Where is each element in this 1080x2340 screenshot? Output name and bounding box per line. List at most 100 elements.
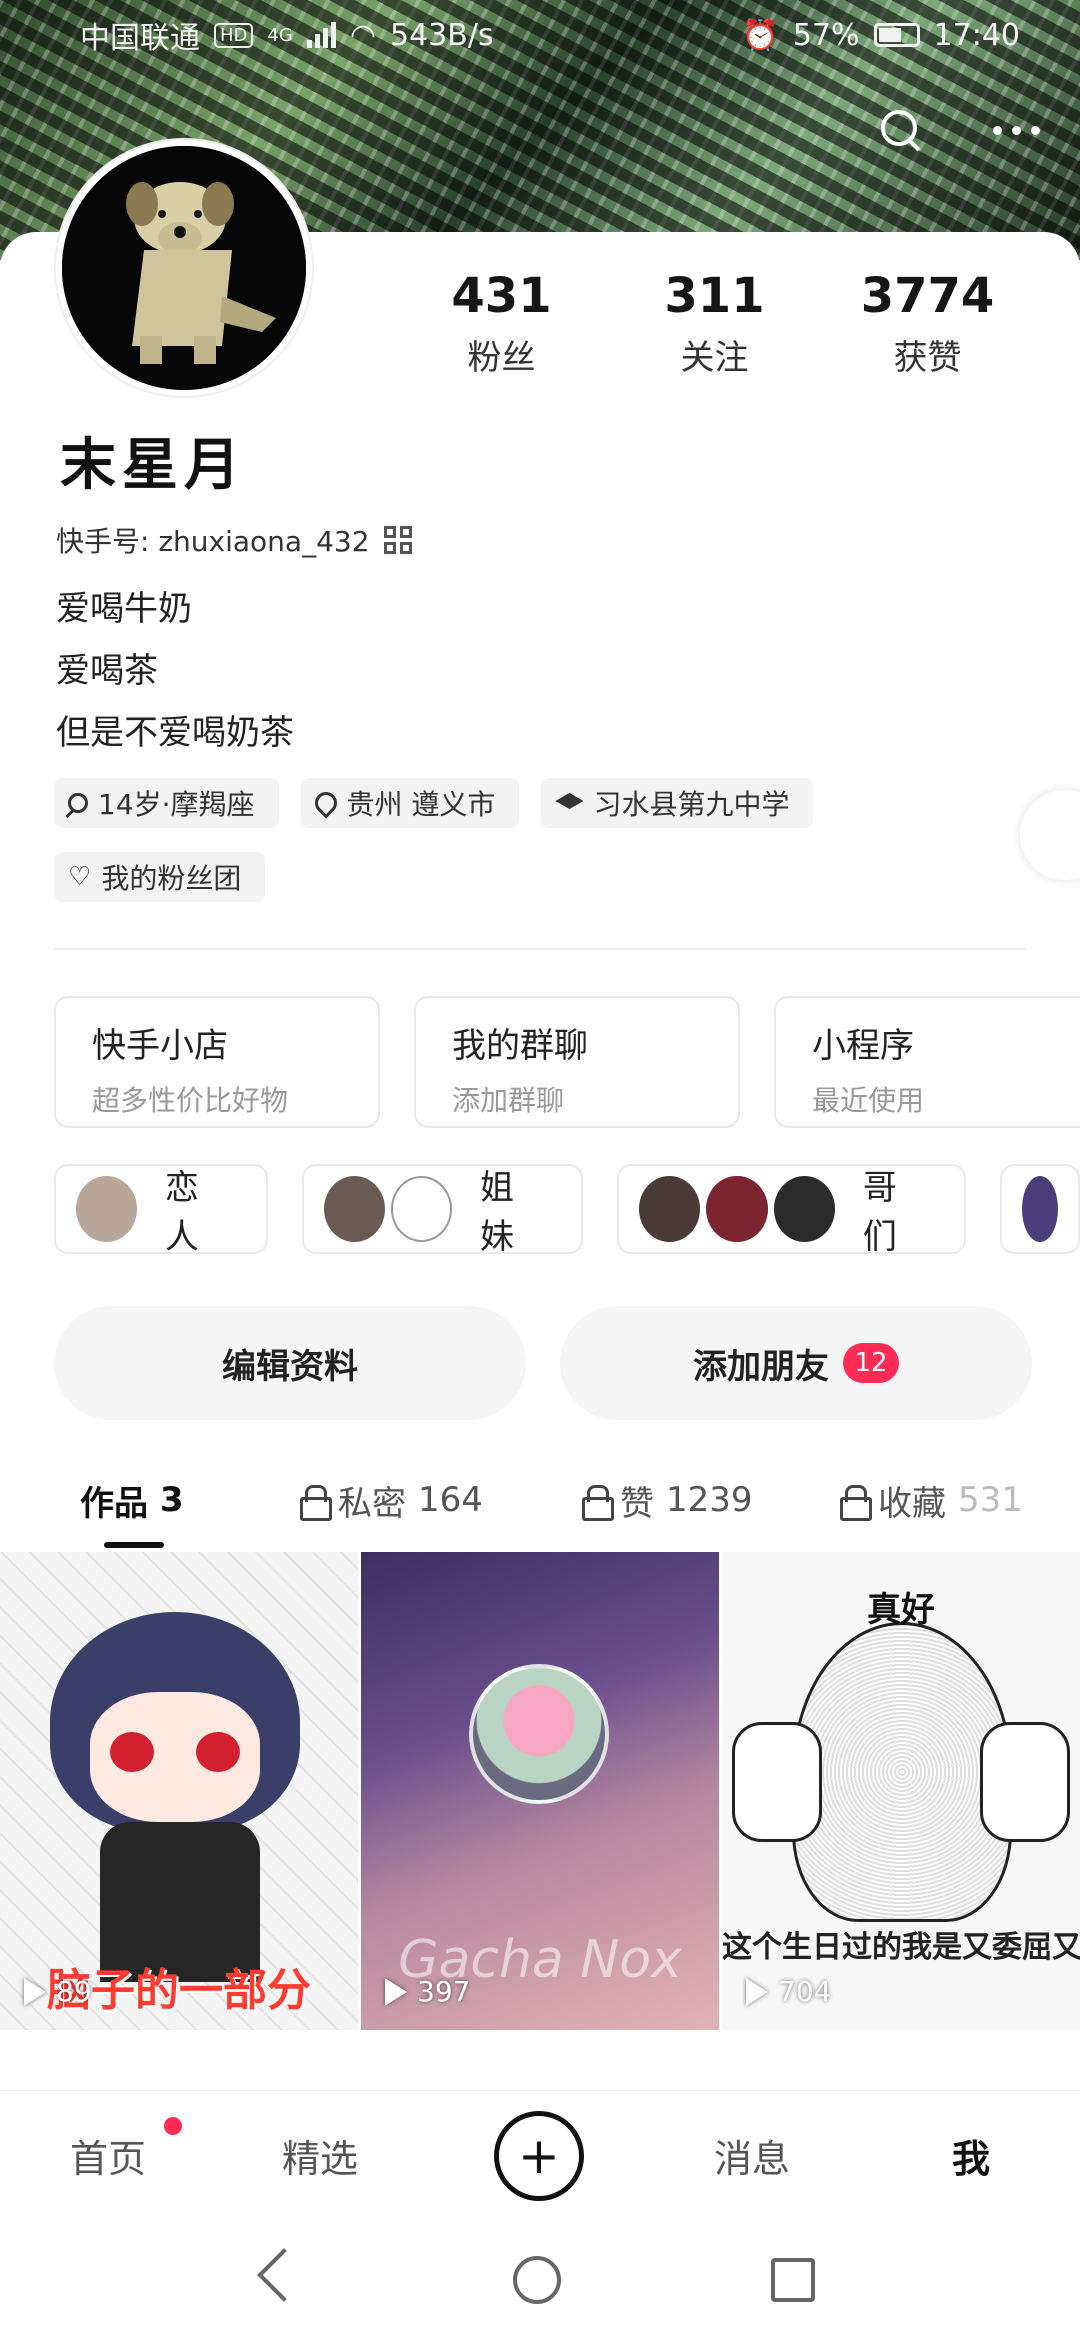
stat-following[interactable]: 311 关注 bbox=[608, 268, 821, 379]
video-card[interactable]: Gacha Nox 397 bbox=[361, 1552, 719, 2030]
video-card[interactable]: 真好 这个生日过的我是又委屈又难受，过完了还说我不懂事 704 bbox=[722, 1552, 1080, 2030]
group-lovers[interactable]: 恋人 bbox=[54, 1164, 268, 1257]
stat-value: 431 bbox=[451, 268, 552, 324]
view-count: 397 bbox=[385, 1975, 470, 2008]
avatar[interactable] bbox=[56, 140, 312, 396]
shortcut-mini-program[interactable]: 小程序 最近使用 bbox=[774, 996, 1080, 1128]
bio-line: 爱喝牛奶 bbox=[56, 589, 192, 629]
signal-icon bbox=[306, 22, 336, 48]
shortcut-subtitle: 添加群聊 bbox=[452, 1084, 565, 1117]
view-count: 704 bbox=[746, 1975, 831, 2008]
shortcut-group-chat[interactable]: 我的群聊 添加群聊 bbox=[414, 996, 740, 1128]
meme-title: 真好 bbox=[867, 1590, 935, 1630]
network-label: 4G bbox=[267, 24, 293, 46]
kuaishou-id[interactable]: 快手号: zhuxiaona_432 bbox=[56, 520, 412, 560]
qrcode-icon[interactable] bbox=[383, 526, 412, 554]
clock: 17:40 bbox=[933, 17, 1020, 53]
anime-avatar bbox=[469, 1664, 609, 1804]
avatar bbox=[773, 1176, 835, 1242]
notification-dot bbox=[164, 2117, 182, 2135]
female-icon bbox=[68, 793, 88, 813]
shortcut-row: 快手小店 超多性价比好物 我的群聊 添加群聊 小程序 最近使用 bbox=[54, 996, 1080, 1128]
bottom-nav: 首页 精选 + 消息 我 bbox=[0, 2090, 1080, 2220]
tab-label: 赞 bbox=[620, 1483, 654, 1524]
shortcut-subtitle: 超多性价比好物 bbox=[92, 1084, 289, 1117]
tab-likes[interactable]: 赞 1239 bbox=[582, 1476, 753, 1525]
profile-tags: 14岁·摩羯座 贵州 遵义市 习水县第九中学 ♡ 我的粉丝团 bbox=[54, 778, 1014, 902]
video-card[interactable]: 脑子的一部分 89 bbox=[0, 1552, 358, 2030]
video-caption: 这个生日过的我是又委屈又难受，过完了还说我不懂事 bbox=[722, 1930, 1080, 1965]
lock-icon bbox=[300, 1485, 332, 1521]
group-more[interactable] bbox=[1000, 1164, 1080, 1254]
tab-count: 3 bbox=[160, 1480, 184, 1520]
nav-messages[interactable]: 消息 bbox=[714, 2128, 790, 2183]
create-button[interactable]: + bbox=[494, 2110, 584, 2201]
avatar bbox=[706, 1176, 768, 1242]
dog-avatar-image bbox=[62, 146, 306, 390]
tab-private[interactable]: 私密 164 bbox=[300, 1476, 483, 1525]
lock-icon bbox=[840, 1485, 872, 1521]
edit-profile-button[interactable]: 编辑资料 bbox=[54, 1306, 526, 1420]
school-icon bbox=[555, 793, 584, 809]
tag-location[interactable]: 贵州 遵义市 bbox=[300, 778, 520, 828]
tab-label: 收藏 bbox=[878, 1483, 946, 1524]
tab-favorites[interactable]: 收藏 531 bbox=[840, 1476, 1023, 1525]
kuaishou-id-text: 快手号: zhuxiaona_432 bbox=[56, 525, 370, 558]
recent-apps-icon[interactable] bbox=[771, 2258, 815, 2302]
stat-label: 获赞 bbox=[893, 338, 962, 378]
action-buttons: 编辑资料 添加朋友 12 bbox=[54, 1306, 1032, 1420]
search-icon[interactable] bbox=[879, 108, 923, 152]
stat-followers[interactable]: 431 粉丝 bbox=[395, 268, 608, 379]
battery-percent: 57% bbox=[792, 17, 860, 53]
stat-label: 粉丝 bbox=[467, 338, 536, 378]
group-name: 哥们 bbox=[862, 1168, 897, 1257]
view-count-text: 704 bbox=[778, 1975, 832, 2008]
shortcut-title: 快手小店 bbox=[92, 1026, 228, 1066]
tab-label: 私密 bbox=[338, 1483, 406, 1524]
net-speed: 543B/s bbox=[390, 17, 494, 53]
nav-me[interactable]: 我 bbox=[952, 2128, 990, 2183]
more-icon[interactable] bbox=[993, 125, 1040, 135]
edit-profile-label: 编辑资料 bbox=[222, 1346, 358, 1387]
hd-badge: HD bbox=[214, 22, 254, 48]
avatar bbox=[323, 1176, 385, 1242]
tag-fan-club[interactable]: ♡ 我的粉丝团 bbox=[54, 852, 266, 902]
shortcut-shop[interactable]: 快手小店 超多性价比好物 bbox=[54, 996, 380, 1128]
home-icon[interactable] bbox=[513, 2256, 561, 2304]
group-name: 恋人 bbox=[164, 1168, 199, 1257]
add-friends-label: 添加朋友 bbox=[693, 1346, 829, 1387]
add-friends-button[interactable]: 添加朋友 12 bbox=[560, 1306, 1032, 1420]
battery-icon bbox=[873, 23, 920, 47]
tag-school[interactable]: 习水县第九中学 bbox=[541, 778, 814, 828]
shortcut-subtitle: 最近使用 bbox=[812, 1084, 925, 1117]
profile-bio: 爱喝牛奶 爱喝茶 但是不爱喝奶茶 bbox=[56, 578, 294, 764]
group-row: 恋人 姐妹 哥们 bbox=[54, 1164, 1080, 1257]
tab-works[interactable]: 作品 3 bbox=[80, 1476, 184, 1525]
bio-line: 爱喝茶 bbox=[56, 651, 158, 691]
video-grid: 脑子的一部分 89 Gacha Nox 397 真好 这个生日过的我是又委屈又难… bbox=[0, 1552, 1080, 2030]
stat-likes[interactable]: 3774 获赞 bbox=[821, 268, 1034, 379]
tab-count: 164 bbox=[418, 1480, 483, 1520]
carrier-label: 中国联通 bbox=[80, 21, 200, 56]
shortcut-title: 小程序 bbox=[812, 1026, 914, 1066]
shortcut-title: 我的群聊 bbox=[452, 1026, 588, 1066]
alarm-icon: ⏰ bbox=[741, 17, 779, 53]
nav-featured[interactable]: 精选 bbox=[282, 2128, 358, 2183]
group-sisters[interactable]: 姐妹 bbox=[301, 1164, 583, 1257]
location-icon bbox=[309, 787, 342, 819]
bio-line: 但是不爱喝奶茶 bbox=[56, 713, 294, 753]
group-name: 姐妹 bbox=[479, 1168, 514, 1257]
floating-button[interactable] bbox=[1020, 790, 1080, 880]
profile-name: 末星月 bbox=[60, 433, 246, 498]
avatar bbox=[390, 1176, 452, 1242]
view-count: 89 bbox=[24, 1975, 92, 2008]
system-nav-bar bbox=[0, 2220, 1080, 2340]
tag-age[interactable]: 14岁·摩羯座 bbox=[54, 778, 279, 828]
wifi-icon: ◠ bbox=[349, 17, 376, 53]
tab-count: 1239 bbox=[666, 1480, 753, 1520]
view-count-text: 89 bbox=[56, 1975, 92, 2008]
tab-indicator bbox=[104, 1542, 164, 1548]
play-icon bbox=[24, 1977, 46, 2006]
nav-home[interactable]: 首页 bbox=[70, 2128, 146, 2183]
group-brothers[interactable]: 哥们 bbox=[616, 1164, 966, 1257]
